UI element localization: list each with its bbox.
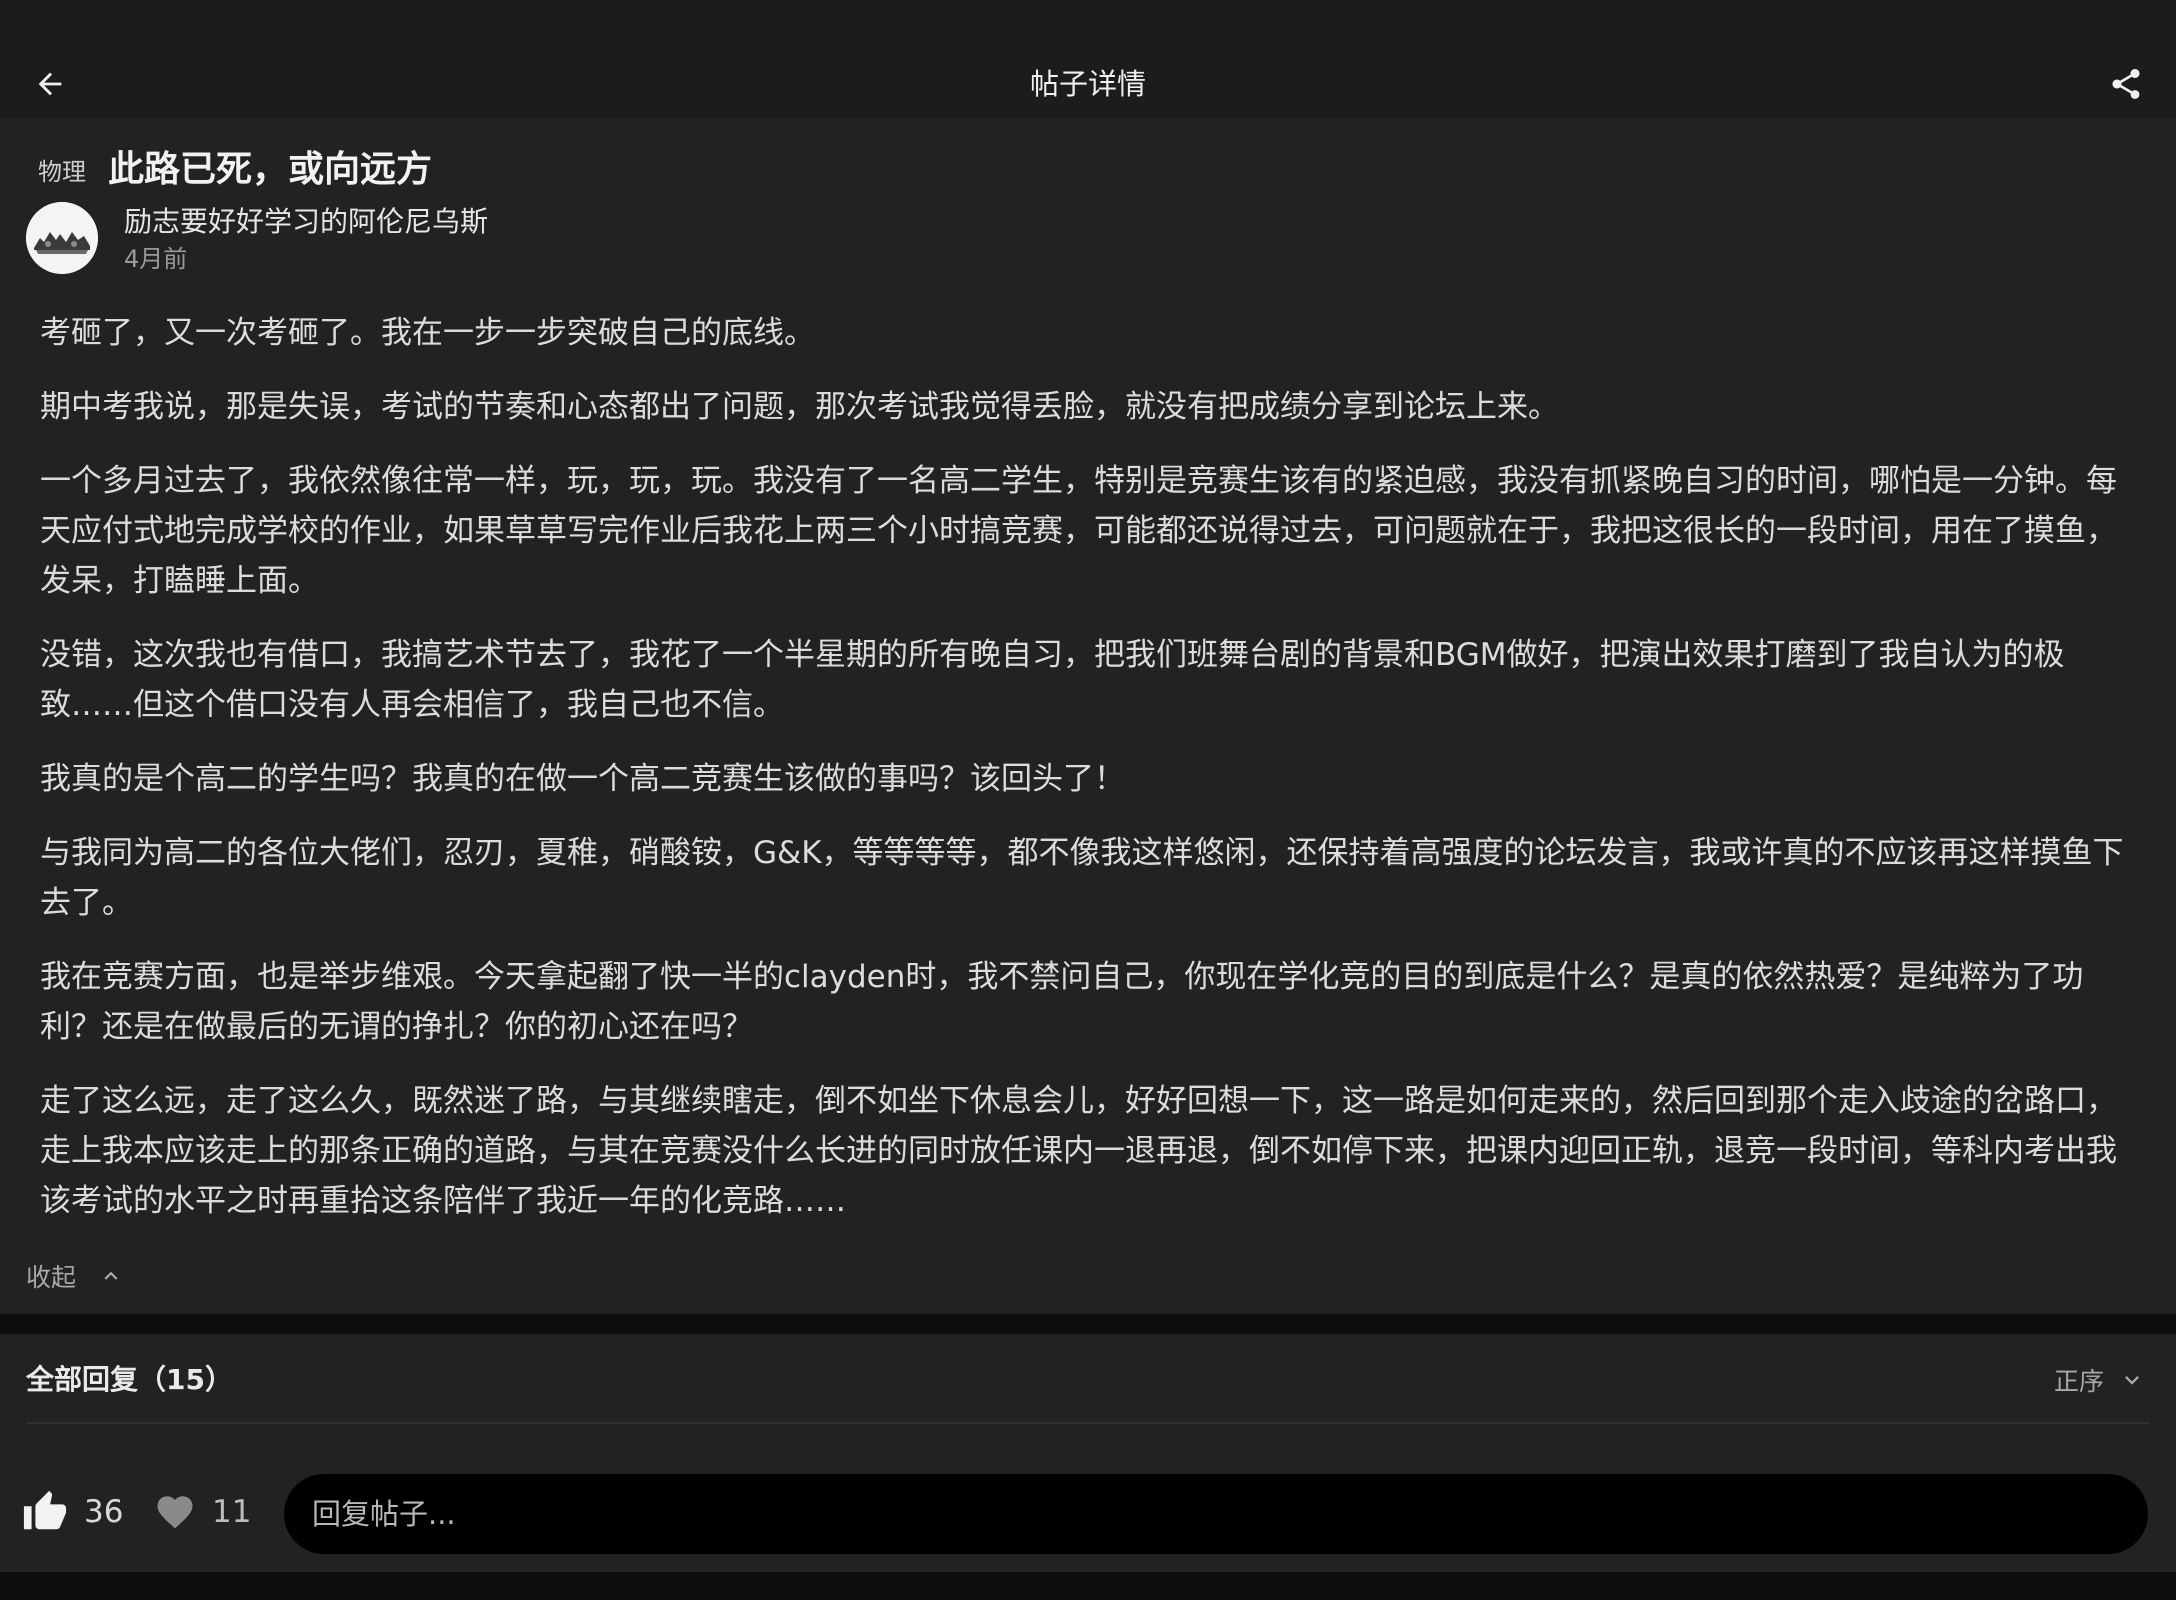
author-name[interactable]: 励志要好好学习的阿伦尼乌斯	[124, 202, 488, 242]
divider-line	[26, 1422, 2150, 1424]
page-title: 帖子详情	[1029, 67, 1146, 101]
post-time: 4月前	[124, 245, 188, 273]
post-paragraph: 我真的是个高二的学生吗？我真的在做一个高二竞赛生该做的事吗？该回头了！	[40, 761, 1125, 797]
subject-tag[interactable]: 物理	[38, 140, 86, 204]
heart-icon	[157, 1496, 193, 1529]
post-paragraph: 没错，这次我也有借口，我搞艺术节去了，我花了一个半星期的所有晚自习，把我们班舞台…	[40, 637, 2065, 723]
favorite-button[interactable]: 11	[154, 1484, 251, 1540]
thumbs-up-icon	[23, 1490, 67, 1530]
section-divider	[0, 1314, 2176, 1334]
post-paragraph: 与我同为高二的各位大佬们，忍刃，夏稚，硝酸铵，G&K，等等等等，都不像我这样悠闲…	[40, 835, 2124, 921]
action-bar: 36 11	[0, 1434, 2176, 1570]
share-icon	[2112, 69, 2140, 99]
chevron-up-icon	[104, 1271, 118, 1280]
like-count: 36	[84, 1494, 124, 1530]
collapse-button[interactable]: 收起	[26, 1254, 124, 1298]
chevron-down-icon	[2125, 1376, 2139, 1385]
post-paragraph: 走了这么远，走了这么久，既然迷了路，与其继续瞎走，倒不如坐下休息会儿，好好回想一…	[40, 1083, 2117, 1219]
replies-section: 全部回复（15） 正序 36 11	[0, 1334, 2176, 1572]
post-card: 物理 此路已死，或向远方 励志要好好学习的阿伦尼乌斯 4月前 考砸了，又一次考砸…	[0, 118, 2176, 1314]
post-paragraph: 一个多月过去了，我依然像往常一样，玩，玩，玩。我没有了一名高二学生，特别是竞赛生…	[40, 463, 2117, 599]
sort-label: 正序	[2053, 1367, 2104, 1396]
reply-input[interactable]	[284, 1474, 2148, 1554]
post-paragraph: 期中考我说，那是失误，考试的节奏和心态都出了问题，那次考试我觉得丢脸，就没有把成…	[40, 389, 1559, 425]
share-button[interactable]	[2098, 56, 2154, 112]
post-paragraph: 我在竞赛方面，也是举步维艰。今天拿起翻了快一半的clayden时，我不禁问自己，…	[40, 959, 2084, 1045]
bottom-strip	[0, 1572, 2176, 1600]
top-app-bar: 帖子详情	[0, 0, 2176, 118]
like-button[interactable]: 36	[22, 1484, 123, 1540]
replies-header: 全部回复（15）	[26, 1363, 233, 1396]
post-paragraph: 考砸了，又一次考砸了。我在一步一步突破自己的底线。	[40, 315, 815, 351]
collapse-label: 收起	[26, 1263, 77, 1292]
avatar[interactable]	[26, 202, 98, 274]
avatar-image	[26, 202, 98, 274]
sort-dropdown[interactable]: 正序	[2054, 1350, 2146, 1410]
favorite-count: 11	[212, 1494, 252, 1530]
post-body: 考砸了，又一次考砸了。我在一步一步突破自己的底线。 期中考我说，那是失误，考试的…	[40, 308, 2130, 1250]
post-title: 此路已死，或向远方	[108, 149, 433, 190]
